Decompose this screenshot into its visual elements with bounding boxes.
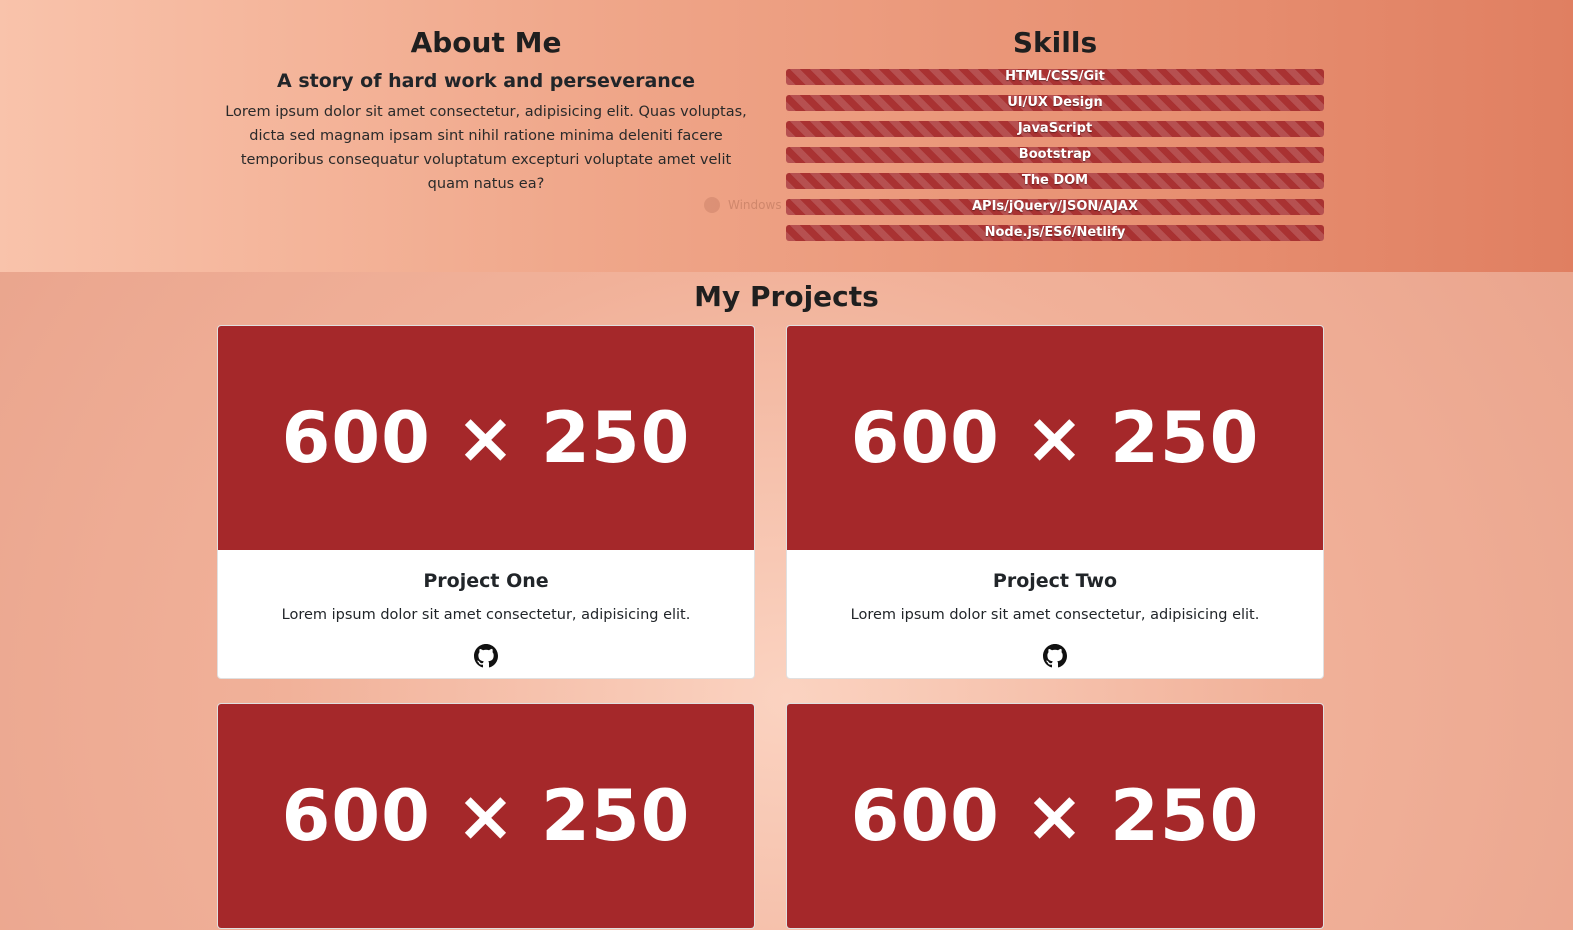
project-card-three: 600 × 250 (217, 703, 755, 929)
github-icon[interactable] (474, 644, 498, 668)
project-image-placeholder: 600 × 250 (787, 326, 1323, 550)
project-card-body: Project One Lorem ipsum dolor sit amet c… (218, 550, 754, 678)
skill-bar-node: Node.js/ES6/Netlify (786, 225, 1324, 241)
project-card-four: 600 × 250 (786, 703, 1324, 929)
about-skills-section: About Me A story of hard work and persev… (0, 0, 1573, 272)
project-image-placeholder: 600 × 250 (218, 704, 754, 928)
skill-bar-bootstrap: Bootstrap (786, 147, 1324, 163)
project-title: Project Two (992, 570, 1118, 592)
watermark-icon (704, 197, 720, 213)
skill-bar-apis: APIs/jQuery/JSON/AJAX (786, 199, 1324, 215)
about-heading: About Me (410, 26, 562, 59)
project-description: Lorem ipsum dolor sit amet consectetur, … (281, 607, 691, 623)
project-image-placeholder: 600 × 250 (218, 326, 754, 550)
skills-list: HTML/CSS/Git UI/UX Design JavaScript Boo… (786, 69, 1324, 241)
projects-heading: My Projects (694, 280, 879, 313)
project-title: Project One (423, 570, 549, 592)
project-card-two: 600 × 250 Project Two Lorem ipsum dolor … (786, 325, 1324, 679)
skill-bar-javascript: JavaScript (786, 121, 1324, 137)
about-subheading: A story of hard work and perseverance (277, 70, 695, 92)
skill-bar-html-css-git: HTML/CSS/Git (786, 69, 1324, 85)
project-description: Lorem ipsum dolor sit amet consectetur, … (850, 607, 1260, 623)
watermark-text: Windows (728, 198, 782, 212)
watermark: Windows (704, 197, 782, 213)
skill-bar-ui-ux-design: UI/UX Design (786, 95, 1324, 111)
github-icon[interactable] (1043, 644, 1067, 668)
skills-heading: Skills (1012, 26, 1098, 59)
project-card-body: Project Two Lorem ipsum dolor sit amet c… (787, 550, 1323, 678)
about-text: Lorem ipsum dolor sit amet consectetur, … (225, 104, 747, 192)
project-image-placeholder: 600 × 250 (787, 704, 1323, 928)
about-me-column: About Me A story of hard work and persev… (218, 0, 754, 196)
project-card-one: 600 × 250 Project One Lorem ipsum dolor … (217, 325, 755, 679)
skill-bar-the-dom: The DOM (786, 173, 1324, 189)
skills-column: Skills HTML/CSS/Git UI/UX Design JavaScr… (786, 0, 1324, 241)
